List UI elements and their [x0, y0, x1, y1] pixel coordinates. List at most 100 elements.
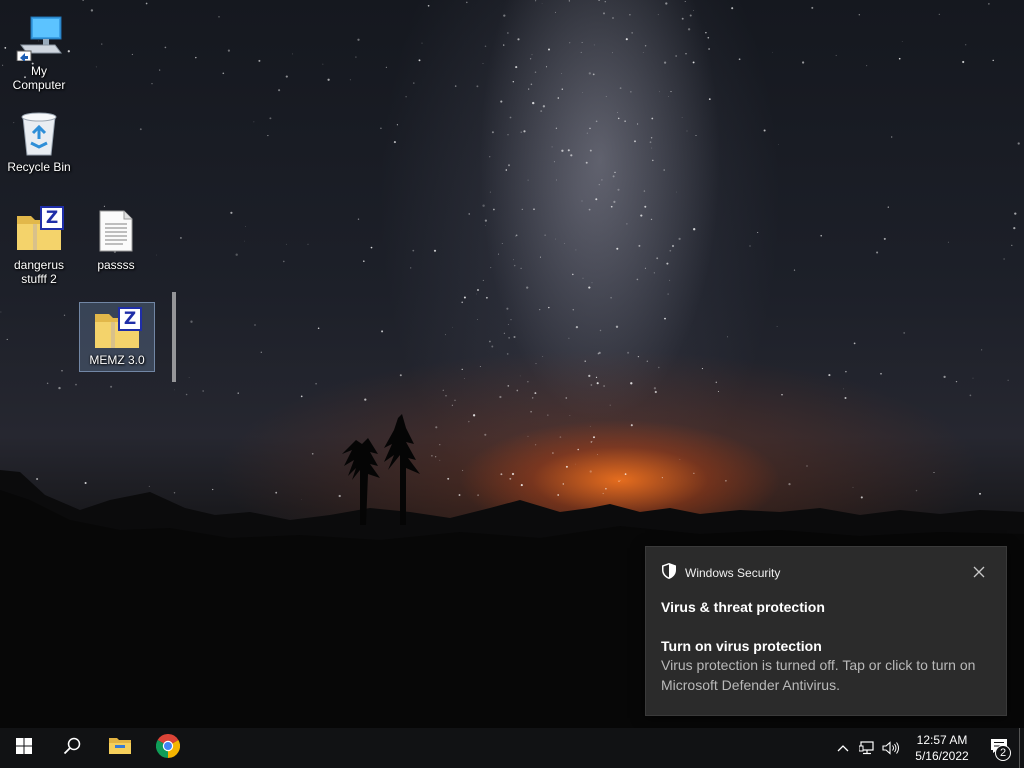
star	[781, 394, 783, 396]
file-explorer-icon	[108, 736, 132, 761]
star	[585, 161, 588, 164]
chevron-up-icon[interactable]	[831, 728, 855, 768]
star	[452, 326, 453, 328]
star	[646, 360, 648, 362]
star	[667, 293, 669, 295]
star	[657, 14, 659, 16]
star	[619, 87, 622, 89]
star	[845, 370, 847, 373]
star	[476, 293, 477, 295]
star	[535, 0, 537, 2]
star	[557, 97, 560, 99]
star	[410, 267, 412, 269]
star	[468, 213, 470, 215]
close-icon[interactable]	[972, 565, 986, 579]
star	[596, 382, 599, 385]
star	[629, 14, 631, 16]
star	[686, 130, 688, 132]
desktop-icon-my-computer[interactable]: My Computer	[1, 8, 77, 96]
star	[858, 14, 860, 16]
text-document-icon	[91, 206, 141, 256]
star	[589, 149, 592, 152]
star	[669, 279, 671, 281]
star	[527, 381, 529, 383]
star	[981, 349, 983, 351]
star	[267, 135, 269, 137]
star	[692, 61, 695, 64]
star	[612, 175, 615, 178]
network-icon[interactable]	[855, 728, 879, 768]
star	[463, 378, 465, 379]
star	[396, 124, 398, 126]
star	[482, 204, 485, 207]
star	[516, 389, 519, 392]
star	[637, 123, 639, 125]
start-button[interactable]	[0, 728, 48, 768]
file-explorer-button[interactable]	[96, 728, 144, 768]
action-center-button[interactable]: 2	[979, 728, 1019, 768]
star	[529, 58, 532, 60]
star	[615, 325, 619, 328]
star	[521, 208, 523, 211]
search-button[interactable]	[48, 728, 96, 768]
star	[584, 360, 586, 362]
desktop-icon-recycle-bin[interactable]: Recycle Bin	[1, 104, 77, 178]
star	[658, 366, 660, 369]
star	[540, 110, 543, 113]
star	[145, 2, 148, 5]
zip-folder-icon: Z	[14, 206, 64, 256]
star	[569, 42, 571, 44]
star	[992, 59, 994, 62]
desktop-icon-passss[interactable]: passss	[78, 202, 154, 276]
star	[614, 171, 616, 174]
star	[610, 296, 612, 299]
star	[553, 161, 555, 163]
star	[531, 54, 533, 56]
star	[230, 211, 233, 214]
volume-icon[interactable]	[879, 728, 903, 768]
star	[476, 85, 479, 88]
star	[179, 236, 182, 239]
notification-count-badge: 2	[995, 745, 1011, 761]
star	[592, 73, 595, 76]
star	[610, 205, 613, 208]
star	[245, 226, 246, 227]
star	[418, 59, 421, 62]
star	[749, 245, 751, 247]
star	[523, 130, 526, 133]
star	[676, 191, 677, 193]
star	[634, 140, 636, 143]
star	[586, 132, 588, 134]
star	[156, 254, 158, 256]
star	[695, 135, 697, 137]
star	[572, 273, 574, 276]
star	[811, 6, 814, 9]
star	[151, 83, 153, 85]
star	[820, 234, 822, 237]
star	[260, 351, 262, 353]
star	[508, 337, 510, 339]
show-desktop-button[interactable]	[1019, 728, 1024, 768]
star	[269, 117, 272, 120]
star	[503, 332, 505, 334]
star	[513, 335, 516, 339]
star	[484, 45, 487, 48]
star	[253, 121, 255, 123]
taskbar-clock[interactable]: 12:57 AM 5/16/2022	[909, 732, 975, 764]
desktop-icon-dangerus-stufff-2[interactable]: Z dangerus stufff 2	[1, 202, 77, 290]
star	[772, 51, 773, 53]
star	[670, 91, 672, 93]
desktop-icon-memz-3[interactable]: Z MEMZ 3.0	[79, 302, 155, 372]
star	[278, 89, 281, 92]
star	[663, 61, 667, 64]
star	[539, 308, 541, 311]
windows-security-toast[interactable]: Windows Security Virus & threat protecti…	[645, 546, 1007, 716]
chrome-button[interactable]	[144, 728, 192, 768]
star	[491, 131, 494, 134]
star	[222, 72, 225, 75]
star	[887, 206, 889, 208]
star	[528, 88, 530, 90]
star	[604, 1, 606, 3]
star	[282, 260, 285, 263]
star	[947, 241, 949, 243]
